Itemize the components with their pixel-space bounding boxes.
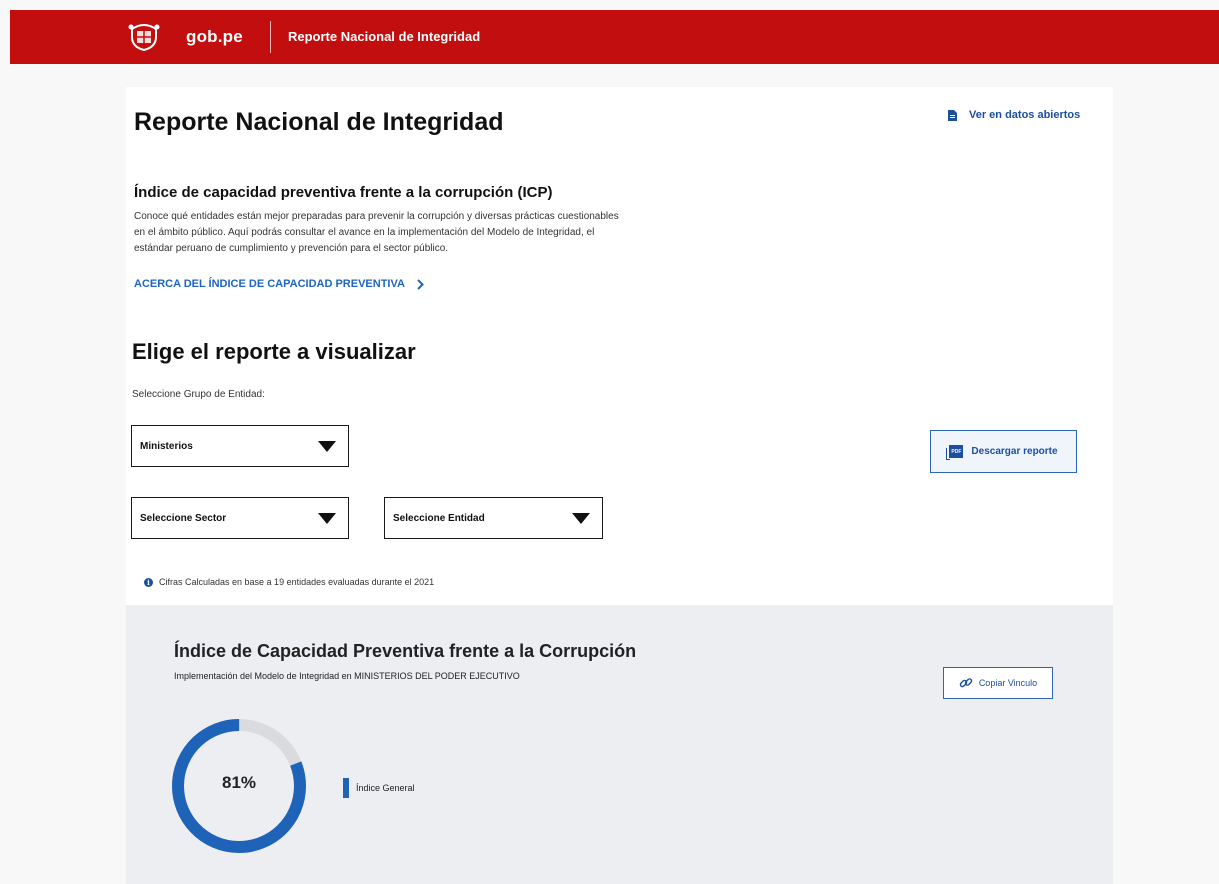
report-selection-card: Reporte Nacional de Integridad Ver en da… xyxy=(126,87,1113,605)
entity-select[interactable]: Seleccione Entidad xyxy=(384,497,603,539)
sector-select[interactable]: Seleccione Sector xyxy=(131,497,349,539)
entity-group-select[interactable]: Ministerios xyxy=(131,425,349,467)
caret-down-icon xyxy=(572,513,590,524)
page-title: Reporte Nacional de Integridad xyxy=(134,108,504,136)
chevron-right-icon xyxy=(417,278,424,290)
donut-percent-label: 81% xyxy=(221,773,257,792)
about-icp-label: ACERCA DEL ÍNDICE DE CAPACIDAD PREVENTIV… xyxy=(134,278,405,290)
coat-of-arms-icon[interactable] xyxy=(128,23,160,51)
download-report-button[interactable]: PDF Descargar reporte xyxy=(930,430,1077,473)
site-header: gob.pe Reporte Nacional de Integridad xyxy=(10,10,1219,64)
calculation-note-text: Cifras Calculadas en base a 19 entidades… xyxy=(159,577,435,587)
open-data-label: Ver en datos abiertos xyxy=(969,109,1081,121)
header-title[interactable]: Reporte Nacional de Integridad xyxy=(288,29,480,44)
open-data-link[interactable]: Ver en datos abiertos xyxy=(948,109,1080,121)
icp-result-panel: Índice de Capacidad Preventiva frente a … xyxy=(126,605,1113,884)
legend-swatch xyxy=(343,778,349,798)
about-icp-link[interactable]: ACERCA DEL ÍNDICE DE CAPACIDAD PREVENTIV… xyxy=(134,278,424,290)
info-icon: i xyxy=(144,577,153,587)
caret-down-icon xyxy=(318,513,336,524)
link-icon xyxy=(959,678,973,688)
pdf-icon: PDF xyxy=(946,445,964,460)
download-report-label: Descargar reporte xyxy=(971,446,1058,457)
icp-result-title: Índice de Capacidad Preventiva frente a … xyxy=(174,641,637,661)
legend-label: Índice General xyxy=(356,783,415,793)
document-icon xyxy=(948,109,957,121)
top-strip xyxy=(0,0,1219,10)
gob-pe-logo-text[interactable]: gob.pe xyxy=(186,27,243,47)
choose-report-title: Elige el reporte a visualizar xyxy=(132,339,416,364)
copy-link-label: Copiar Vinculo xyxy=(978,678,1038,688)
group-select-label: Seleccione Grupo de Entidad: xyxy=(132,389,265,400)
calculation-note: i Cifras Calculadas en base a 19 entidad… xyxy=(144,577,434,587)
entity-group-value: Ministerios xyxy=(140,440,193,452)
caret-down-icon xyxy=(318,441,336,452)
icp-result-subtitle: Implementación del Modelo de Integridad … xyxy=(174,671,520,681)
icp-section-title: Índice de capacidad preventiva frente a … xyxy=(134,184,553,201)
icp-description: Conoce qué entidades están mejor prepara… xyxy=(134,211,619,254)
entity-value: Seleccione Entidad xyxy=(393,512,485,524)
header-divider xyxy=(270,21,271,53)
sector-value: Seleccione Sector xyxy=(140,512,227,524)
copy-link-button[interactable]: Copiar Vinculo xyxy=(943,667,1053,699)
